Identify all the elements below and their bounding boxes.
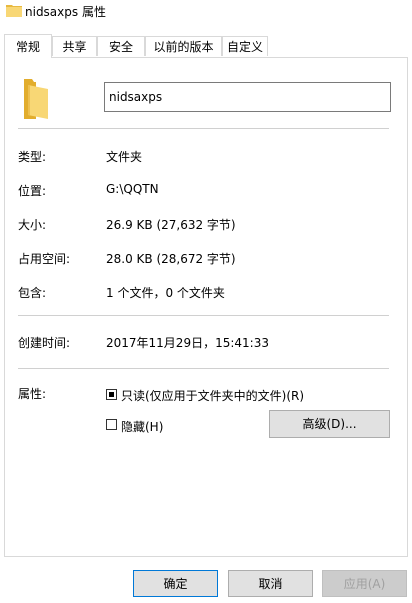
tab-previous-versions[interactable]: 以前的版本	[145, 36, 222, 56]
disk-size-label: 占用空间:	[18, 252, 71, 266]
readonly-label[interactable]: 只读(仅应用于文件夹中的文件)(R)	[121, 387, 304, 404]
readonly-checkbox[interactable]	[106, 389, 117, 400]
window-title: nidsaxps 属性	[25, 5, 106, 19]
folder-large-icon	[24, 79, 48, 119]
location-value: G:\QQTN	[106, 182, 159, 196]
folder-name-input[interactable]	[104, 82, 391, 112]
separator	[18, 368, 389, 369]
contains-label: 包含:	[18, 286, 47, 300]
tab-strip: 常规 共享 安全 以前的版本 自定义	[0, 34, 412, 58]
type-value: 文件夹	[106, 150, 143, 164]
tab-sharing[interactable]: 共享	[52, 36, 97, 56]
hidden-checkbox[interactable]	[106, 419, 117, 430]
contains-value: 1 个文件，0 个文件夹	[106, 286, 225, 300]
cancel-button[interactable]: 取消	[228, 570, 313, 597]
created-label: 创建时间:	[18, 336, 71, 350]
general-panel	[4, 57, 408, 557]
created-value: 2017年11月29日，15:41:33	[106, 336, 269, 350]
advanced-button[interactable]: 高级(D)...	[269, 410, 390, 438]
tab-security[interactable]: 安全	[97, 36, 145, 56]
folder-icon	[6, 5, 22, 17]
ok-button[interactable]: 确定	[133, 570, 218, 597]
size-label: 大小:	[18, 218, 47, 232]
tab-customize[interactable]: 自定义	[222, 36, 268, 56]
hidden-label[interactable]: 隐藏(H)	[121, 418, 163, 435]
location-label: 位置:	[18, 184, 47, 198]
attributes-label: 属性:	[18, 387, 47, 401]
tab-general[interactable]: 常规	[4, 34, 52, 58]
separator	[18, 315, 389, 316]
disk-size-value: 28.0 KB (28,672 字节)	[106, 252, 236, 266]
title-bar: nidsaxps 属性	[0, 0, 412, 22]
type-label: 类型:	[18, 150, 47, 164]
size-value: 26.9 KB (27,632 字节)	[106, 218, 236, 232]
apply-button[interactable]: 应用(A)	[322, 570, 407, 597]
separator	[18, 128, 389, 129]
